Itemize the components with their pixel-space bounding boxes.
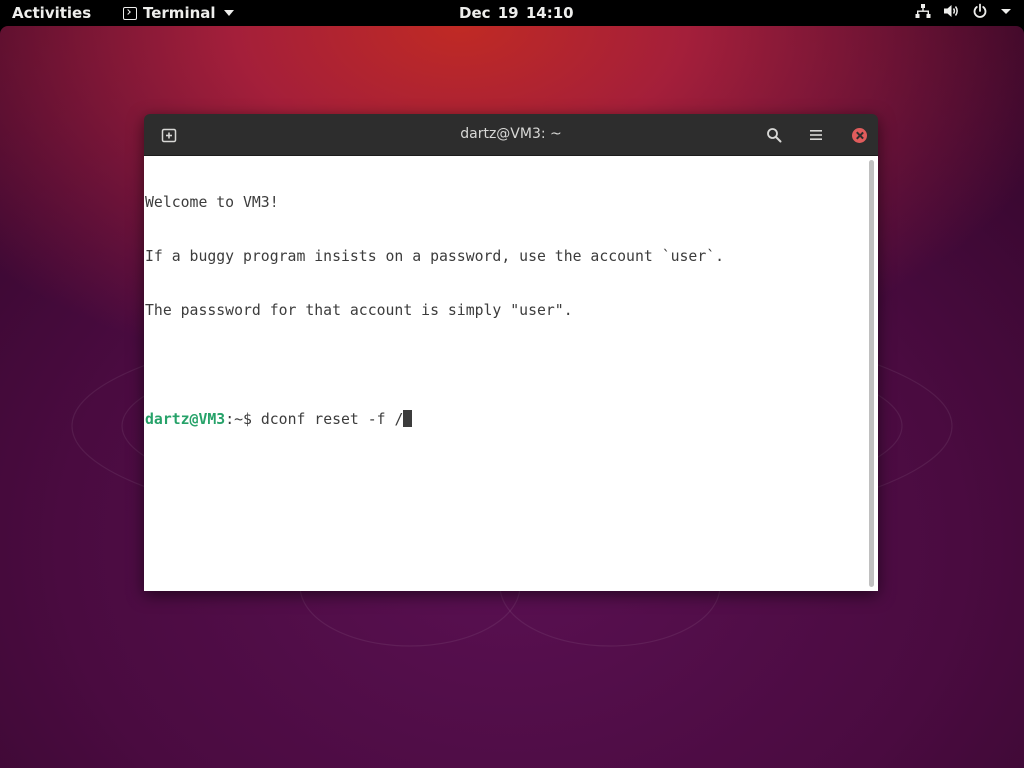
- prompt-line: dartz@VM3:~$ dconf reset -f /: [145, 410, 724, 428]
- terminal-output: Welcome to VM3! If a buggy program insis…: [145, 158, 724, 464]
- top-bar: Activities Terminal Dec 19 14:10: [0, 0, 1024, 26]
- system-menu-button[interactable]: [915, 3, 1012, 19]
- terminal-line: If a buggy program insists on a password…: [145, 248, 725, 265]
- text-cursor: [403, 410, 413, 427]
- terminal-icon: [123, 7, 137, 20]
- network-icon: [915, 4, 931, 18]
- window-headerbar[interactable]: dartz@VM3: ~: [144, 114, 878, 156]
- terminal-line: Welcome to VM3!: [145, 194, 279, 211]
- terminal-window: dartz@VM3: ~ Welcome to VM3! If a buggy …: [144, 114, 878, 591]
- command-input[interactable]: dconf reset -f /: [261, 411, 404, 428]
- chevron-down-icon: [223, 10, 234, 16]
- search-button[interactable]: [761, 122, 787, 148]
- hamburger-menu-icon: [810, 130, 822, 140]
- chevron-down-icon: [1001, 9, 1011, 14]
- app-menu-button[interactable]: Terminal: [123, 4, 234, 22]
- clock-button[interactable]: Dec 19 14:10: [459, 4, 574, 22]
- activities-button[interactable]: Activities: [12, 4, 91, 22]
- prompt-user-host: dartz@VM3: [145, 411, 226, 428]
- prompt-path: :~: [225, 411, 244, 428]
- scrollbar[interactable]: [869, 160, 874, 587]
- terminal-line: The passsword for that account is simply…: [145, 302, 573, 319]
- prompt-symbol: $: [243, 411, 261, 428]
- app-menu-label: Terminal: [143, 4, 216, 22]
- close-button[interactable]: [846, 122, 872, 148]
- hamburger-menu-button[interactable]: [803, 122, 829, 148]
- search-icon: [767, 128, 782, 143]
- power-icon: [973, 3, 987, 18]
- volume-icon: [944, 5, 958, 17]
- close-icon: [851, 127, 867, 143]
- terminal-content[interactable]: Welcome to VM3! If a buggy program insis…: [144, 156, 878, 591]
